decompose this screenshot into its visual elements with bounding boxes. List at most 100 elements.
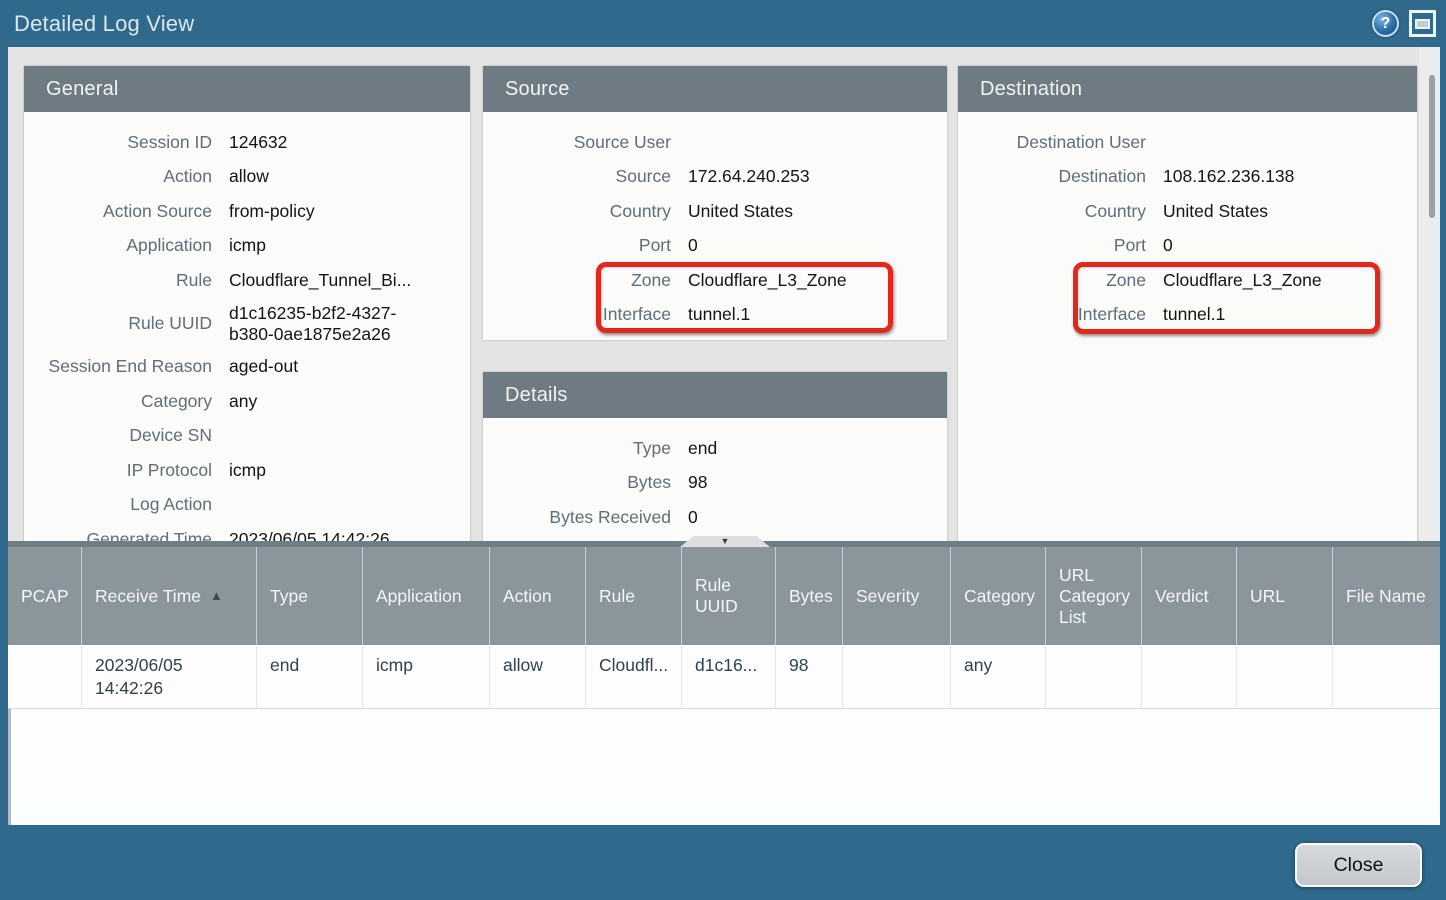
panel-details-title: Details [483, 372, 947, 418]
field-value: 2023/06/05 14:42:26 [229, 529, 390, 541]
column-header-url[interactable]: URL [1237, 547, 1333, 645]
field-label: Zone [483, 270, 688, 291]
field-value: tunnel.1 [1163, 304, 1225, 325]
column-header-file-name[interactable]: File Name [1333, 547, 1440, 645]
field-value: aged-out [229, 356, 298, 377]
field-label: Category [24, 391, 229, 412]
column-label: Rule [599, 586, 635, 607]
column-label: Severity [856, 586, 919, 607]
column-label: File Name [1346, 586, 1426, 607]
field-ip-protocol: IP Protocolicmp [24, 453, 470, 488]
column-header-bytes[interactable]: Bytes [776, 547, 843, 645]
cell-rule-uuid: d1c16... [682, 645, 776, 708]
field-destination-user: Destination User [958, 125, 1417, 160]
field-value: Cloudflare_L3_Zone [688, 270, 847, 291]
cell-file-name [1333, 645, 1440, 708]
field-destination-address: Destination108.162.236.138 [958, 160, 1417, 195]
field-label: Session ID [24, 132, 229, 153]
dialog-titlebar: Detailed Log View ? [0, 0, 1446, 47]
field-label: Session End Reason [24, 356, 229, 377]
field-value: from-policy [229, 201, 315, 222]
window-restore-icon[interactable] [1409, 10, 1436, 37]
field-label: Device SN [24, 425, 229, 446]
field-source-address: Source172.64.240.253 [483, 160, 947, 195]
field-application: Applicationicmp [24, 229, 470, 264]
field-label: Interface [958, 304, 1163, 325]
cell-verdict [1142, 645, 1237, 708]
panel-general: General Session ID124632 Actionallow Act… [24, 66, 470, 541]
field-value: 0 [1163, 235, 1173, 256]
field-value: d1c16235-b2f2-4327-b380-0ae1875e2a26 [229, 303, 411, 345]
close-button[interactable]: Close [1295, 843, 1422, 887]
field-value: Cloudflare_L3_Zone [1163, 270, 1322, 291]
field-destination-interface: Interfacetunnel.1 [958, 298, 1417, 333]
column-header-verdict[interactable]: Verdict [1142, 547, 1237, 645]
column-header-action[interactable]: Action [490, 547, 586, 645]
field-label: Source [483, 166, 688, 187]
field-action-source: Action Sourcefrom-policy [24, 194, 470, 229]
panel-source-body: Source User Source172.64.240.253 Country… [483, 112, 947, 332]
field-type: Typeend [483, 431, 947, 466]
field-action: Actionallow [24, 160, 470, 195]
field-label: Destination [958, 166, 1163, 187]
column-header-category[interactable]: Category [951, 547, 1046, 645]
cell-url [1237, 645, 1333, 708]
vertical-scrollbar-thumb[interactable] [1429, 75, 1435, 218]
vertical-scrollbar[interactable] [1419, 47, 1440, 541]
column-label: Rule UUID [695, 575, 769, 617]
field-value: 108.162.236.138 [1163, 166, 1294, 187]
field-label: Action Source [24, 201, 229, 222]
column-header-pcap[interactable]: PCAP [8, 547, 82, 645]
field-value: 0 [688, 507, 698, 528]
field-source-country: CountryUnited States [483, 194, 947, 229]
column-header-rule[interactable]: Rule [586, 547, 682, 645]
field-destination-country: CountryUnited States [958, 194, 1417, 229]
dialog-title: Detailed Log View [14, 0, 194, 47]
sort-ascending-icon: ▲ [210, 588, 223, 604]
field-label: Application [24, 235, 229, 256]
field-label: Rule [24, 270, 229, 291]
column-header-type[interactable]: Type [257, 547, 363, 645]
column-header-receive-time[interactable]: Receive Time▲ [82, 547, 257, 645]
field-label: Action [24, 166, 229, 187]
field-label: Zone [958, 270, 1163, 291]
field-label: Port [958, 235, 1163, 256]
field-label: Bytes [483, 472, 688, 493]
column-header-severity[interactable]: Severity [843, 547, 951, 645]
panel-destination-title: Destination [958, 66, 1417, 112]
column-label: URL [1250, 586, 1285, 607]
table-row[interactable]: 2023/06/05 14:42:26 end icmp allow Cloud… [8, 645, 1440, 709]
column-header-application[interactable]: Application [363, 547, 490, 645]
field-destination-port: Port0 [958, 229, 1417, 264]
field-session-end-reason: Session End Reasonaged-out [24, 350, 470, 385]
cell-type: end [257, 645, 363, 708]
column-label: Verdict [1155, 586, 1209, 607]
cell-severity [843, 645, 951, 708]
field-label: Bytes Received [483, 507, 688, 528]
cell-rule: Cloudfl... [586, 645, 682, 708]
log-detail-content: General Session ID124632 Actionallow Act… [8, 47, 1440, 541]
panel-destination: Destination Destination User Destination… [958, 66, 1417, 541]
cell-category: any [951, 645, 1046, 708]
column-header-url-category-list[interactable]: URL Category List [1046, 547, 1142, 645]
panel-destination-body: Destination User Destination108.162.236.… [958, 112, 1417, 332]
column-header-rule-uuid[interactable]: Rule UUID [682, 547, 776, 645]
field-label: Generated Time [24, 529, 229, 541]
field-generated-time: Generated Time2023/06/05 14:42:26 [24, 522, 470, 541]
panel-general-title: General [24, 66, 470, 112]
field-value: end [688, 438, 717, 459]
chevron-down-icon: ▼ [721, 537, 730, 546]
field-label: Country [483, 201, 688, 222]
field-label: Log Action [24, 494, 229, 515]
field-label: Destination User [958, 132, 1163, 153]
help-glyph: ? [1381, 15, 1391, 33]
help-icon[interactable]: ? [1372, 10, 1399, 37]
column-label: Action [503, 586, 552, 607]
field-value: 98 [688, 472, 707, 493]
log-table: PCAP Receive Time▲ Type Application Acti… [8, 547, 1440, 825]
field-value: tunnel.1 [688, 304, 750, 325]
field-rule-uuid: Rule UUIDd1c16235-b2f2-4327-b380-0ae1875… [24, 298, 470, 350]
splitter-collapse-handle[interactable]: ▼ [680, 536, 770, 547]
column-label: Application [376, 586, 462, 607]
field-label: Rule UUID [24, 313, 229, 334]
